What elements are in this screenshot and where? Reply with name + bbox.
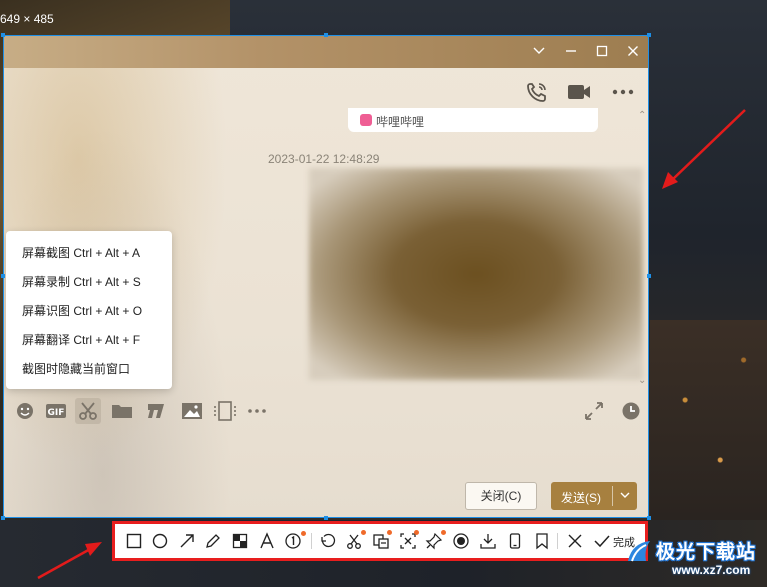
red-arrow-bottom bbox=[37, 542, 102, 580]
red-arrow-right bbox=[662, 109, 746, 189]
watermark: 极光下载站 www.xz7.com bbox=[614, 533, 764, 585]
annotation-arrows bbox=[37, 109, 746, 580]
watermark-site-url: www.xz7.com bbox=[672, 563, 751, 577]
watermark-site-name: 极光下载站 bbox=[656, 542, 757, 563]
watermark-logo-icon bbox=[624, 537, 654, 567]
